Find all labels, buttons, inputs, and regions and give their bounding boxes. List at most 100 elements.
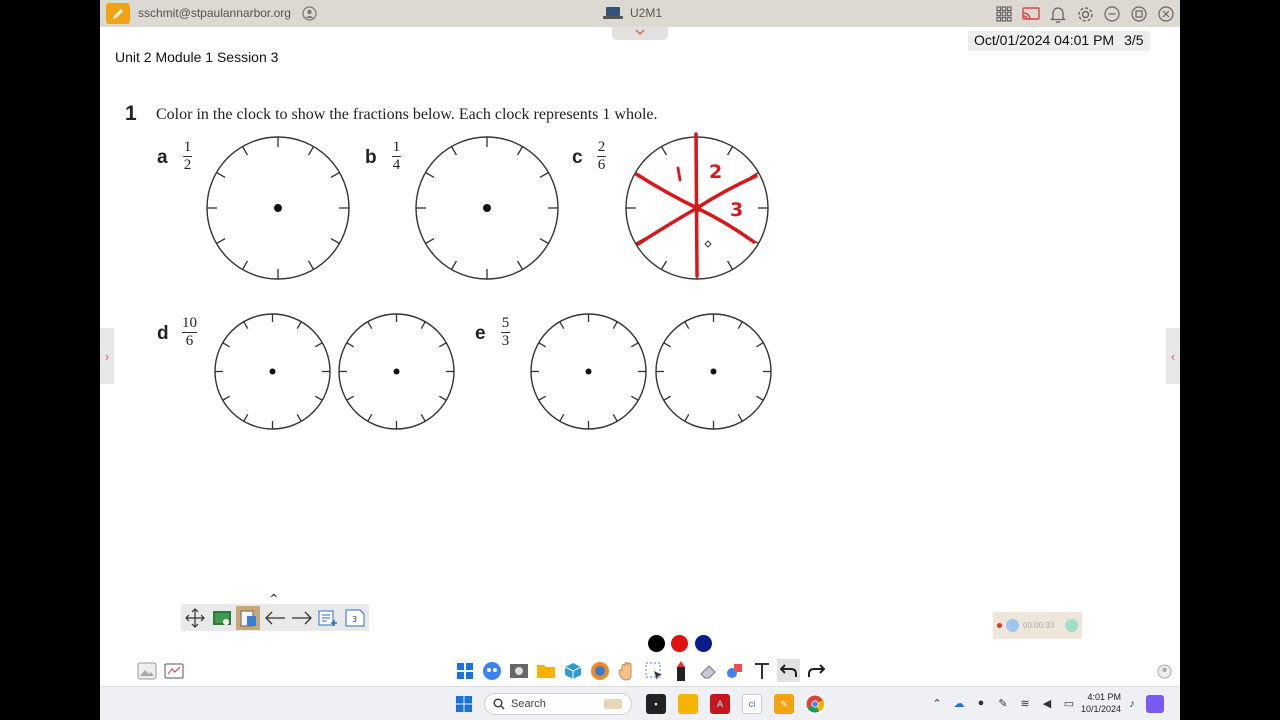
undo-icon[interactable] bbox=[777, 659, 800, 682]
clock-tick bbox=[539, 171, 549, 179]
pen-icon[interactable] bbox=[106, 3, 130, 24]
shapes-icon[interactable] bbox=[723, 659, 746, 682]
clock-center bbox=[269, 368, 275, 374]
search-placeholder: Search bbox=[511, 698, 546, 710]
arrow-right-icon[interactable] bbox=[290, 606, 314, 630]
board-icon[interactable] bbox=[210, 606, 234, 630]
image-icon[interactable] bbox=[137, 662, 157, 680]
clock-tick bbox=[425, 237, 435, 245]
windows-grid-icon[interactable] bbox=[453, 659, 476, 682]
clock-tick bbox=[307, 146, 315, 156]
clock-tick bbox=[683, 320, 689, 329]
bell-icon[interactable] bbox=[1048, 4, 1068, 24]
clock-d1[interactable] bbox=[212, 311, 333, 432]
box-icon[interactable] bbox=[561, 659, 584, 682]
select-icon[interactable] bbox=[642, 659, 665, 682]
move-icon[interactable] bbox=[183, 606, 207, 630]
add-page-icon[interactable] bbox=[317, 606, 341, 630]
clock-tick bbox=[683, 413, 689, 422]
browser-icon[interactable] bbox=[588, 659, 611, 682]
clock-tick bbox=[516, 146, 524, 156]
clock-tick bbox=[366, 320, 372, 329]
clock-tick bbox=[366, 413, 372, 422]
acrobat-icon[interactable]: A bbox=[710, 694, 730, 714]
account-icon[interactable] bbox=[1157, 664, 1172, 679]
users-icon[interactable] bbox=[480, 659, 503, 682]
color-black-button[interactable] bbox=[648, 635, 665, 652]
clock-tick bbox=[450, 146, 458, 156]
stop-icon[interactable] bbox=[1065, 619, 1078, 632]
whiteboard-app-icon[interactable]: ✎ bbox=[774, 694, 794, 714]
clock-b[interactable] bbox=[413, 134, 561, 282]
close-icon[interactable] bbox=[1156, 4, 1176, 24]
clock-tick bbox=[425, 171, 435, 179]
chrome-icon[interactable] bbox=[805, 694, 825, 714]
recorder-widget: 00:00:33 bbox=[993, 612, 1082, 639]
clock-tick bbox=[296, 320, 302, 329]
screenshot-icon[interactable] bbox=[164, 662, 184, 680]
taskbar-search[interactable]: Search bbox=[484, 693, 632, 715]
user-email: sschmit@stpaulannarbor.org bbox=[138, 6, 291, 20]
folder-icon[interactable] bbox=[534, 659, 557, 682]
page-list-icon[interactable]: 3 bbox=[343, 606, 367, 630]
denominator: 3 bbox=[501, 333, 510, 349]
clock-d2[interactable] bbox=[336, 311, 457, 432]
clock-tick bbox=[630, 395, 639, 401]
numerator: 1 bbox=[392, 139, 401, 155]
fraction-a: 12 bbox=[183, 140, 192, 173]
clock-e2[interactable] bbox=[653, 311, 774, 432]
chevron-left-icon: ‹ bbox=[1170, 348, 1176, 364]
system-clock[interactable]: 4:01 PM 10/1/2024 bbox=[1077, 691, 1121, 715]
title-bar: sschmit@stpaulannarbor.org U2M1 bbox=[100, 0, 1180, 27]
redo-icon[interactable] bbox=[804, 659, 827, 682]
user-icon[interactable] bbox=[302, 6, 317, 21]
record-dot-icon bbox=[997, 623, 1002, 628]
color-navy-button[interactable] bbox=[695, 635, 712, 652]
clock-tick bbox=[242, 320, 248, 329]
numerator: 10 bbox=[182, 315, 197, 331]
clock-tick bbox=[537, 395, 546, 401]
pause-icon[interactable] bbox=[1006, 619, 1019, 632]
battery-icon[interactable]: ▭ bbox=[1062, 696, 1076, 710]
clock-a[interactable] bbox=[204, 134, 352, 282]
pulldown-tab[interactable] bbox=[612, 27, 668, 40]
clock-tick bbox=[612, 413, 618, 422]
clock-tick bbox=[755, 395, 764, 401]
clock-tick bbox=[296, 413, 302, 422]
onedrive-icon[interactable]: ☁ bbox=[952, 696, 966, 710]
wifi-icon[interactable]: ≋ bbox=[1018, 696, 1032, 710]
restore-icon[interactable] bbox=[1129, 4, 1149, 24]
gear-icon[interactable] bbox=[1075, 4, 1095, 24]
color-red-button[interactable] bbox=[671, 635, 688, 652]
clipboard-icon[interactable] bbox=[236, 605, 261, 630]
pen-tray-icon[interactable]: ✎ bbox=[996, 696, 1010, 710]
laptop-icon bbox=[603, 7, 623, 19]
volume-icon[interactable]: ◀ bbox=[1040, 696, 1054, 710]
app-title: U2M1 bbox=[630, 6, 663, 20]
text-icon[interactable] bbox=[750, 659, 773, 682]
eraser-icon[interactable] bbox=[696, 659, 719, 682]
right-panel-tab[interactable]: ‹ bbox=[1166, 328, 1180, 384]
file-explorer-icon[interactable] bbox=[678, 694, 698, 714]
page-badge: 3 bbox=[352, 615, 357, 624]
clock-tick bbox=[216, 237, 226, 245]
start-icon[interactable] bbox=[454, 694, 474, 714]
cast-icon[interactable] bbox=[1021, 4, 1041, 24]
microphone-icon[interactable]: ● bbox=[974, 696, 988, 710]
camera-icon[interactable] bbox=[507, 659, 530, 682]
clock-tick bbox=[558, 320, 564, 329]
clock-center bbox=[274, 204, 282, 212]
minimize-icon[interactable] bbox=[1102, 4, 1122, 24]
marker-icon[interactable] bbox=[669, 659, 692, 682]
denominator: 6 bbox=[597, 157, 606, 173]
task-view-icon[interactable]: ▪ bbox=[646, 694, 666, 714]
notification-icon[interactable]: ♪ bbox=[1125, 697, 1139, 711]
clock-e1[interactable] bbox=[528, 311, 649, 432]
chevron-up-icon[interactable]: ⌃ bbox=[930, 696, 944, 710]
arrow-left-icon[interactable] bbox=[263, 606, 287, 630]
classroom-app-icon[interactable]: cl bbox=[742, 694, 762, 714]
left-panel-tab[interactable]: › bbox=[100, 328, 114, 384]
apps-grid-icon[interactable] bbox=[994, 4, 1014, 24]
copilot-icon[interactable] bbox=[1146, 695, 1164, 713]
hand-icon[interactable] bbox=[615, 659, 638, 682]
